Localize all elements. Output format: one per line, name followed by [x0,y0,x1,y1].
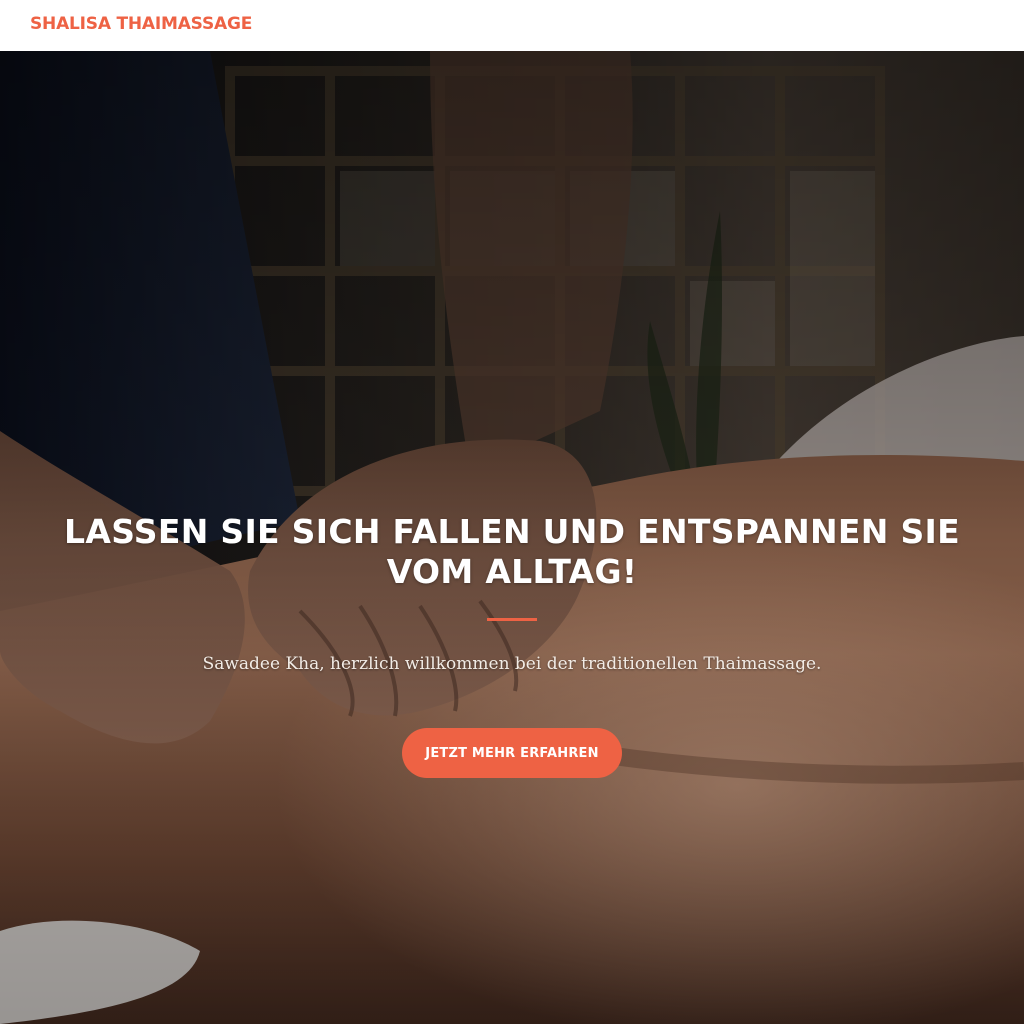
hero-section: LASSEN SIE SICH FALLEN UND ENTSPANNEN SI… [0,51,1024,1024]
hero-subtitle: Sawadee Kha, herzlich willkommen bei der… [202,654,822,674]
hero-content: LASSEN SIE SICH FALLEN UND ENTSPANNEN SI… [0,51,1024,1024]
site-logo-link[interactable]: SHALISA THAIMASSAGE [30,14,252,34]
learn-more-button[interactable]: JETZT MEHR ERFAHREN [402,728,622,778]
hero-title: LASSEN SIE SICH FALLEN UND ENTSPANNEN SI… [64,512,960,591]
title-divider [487,618,537,621]
site-header: SHALISA THAIMASSAGE [0,0,1024,51]
